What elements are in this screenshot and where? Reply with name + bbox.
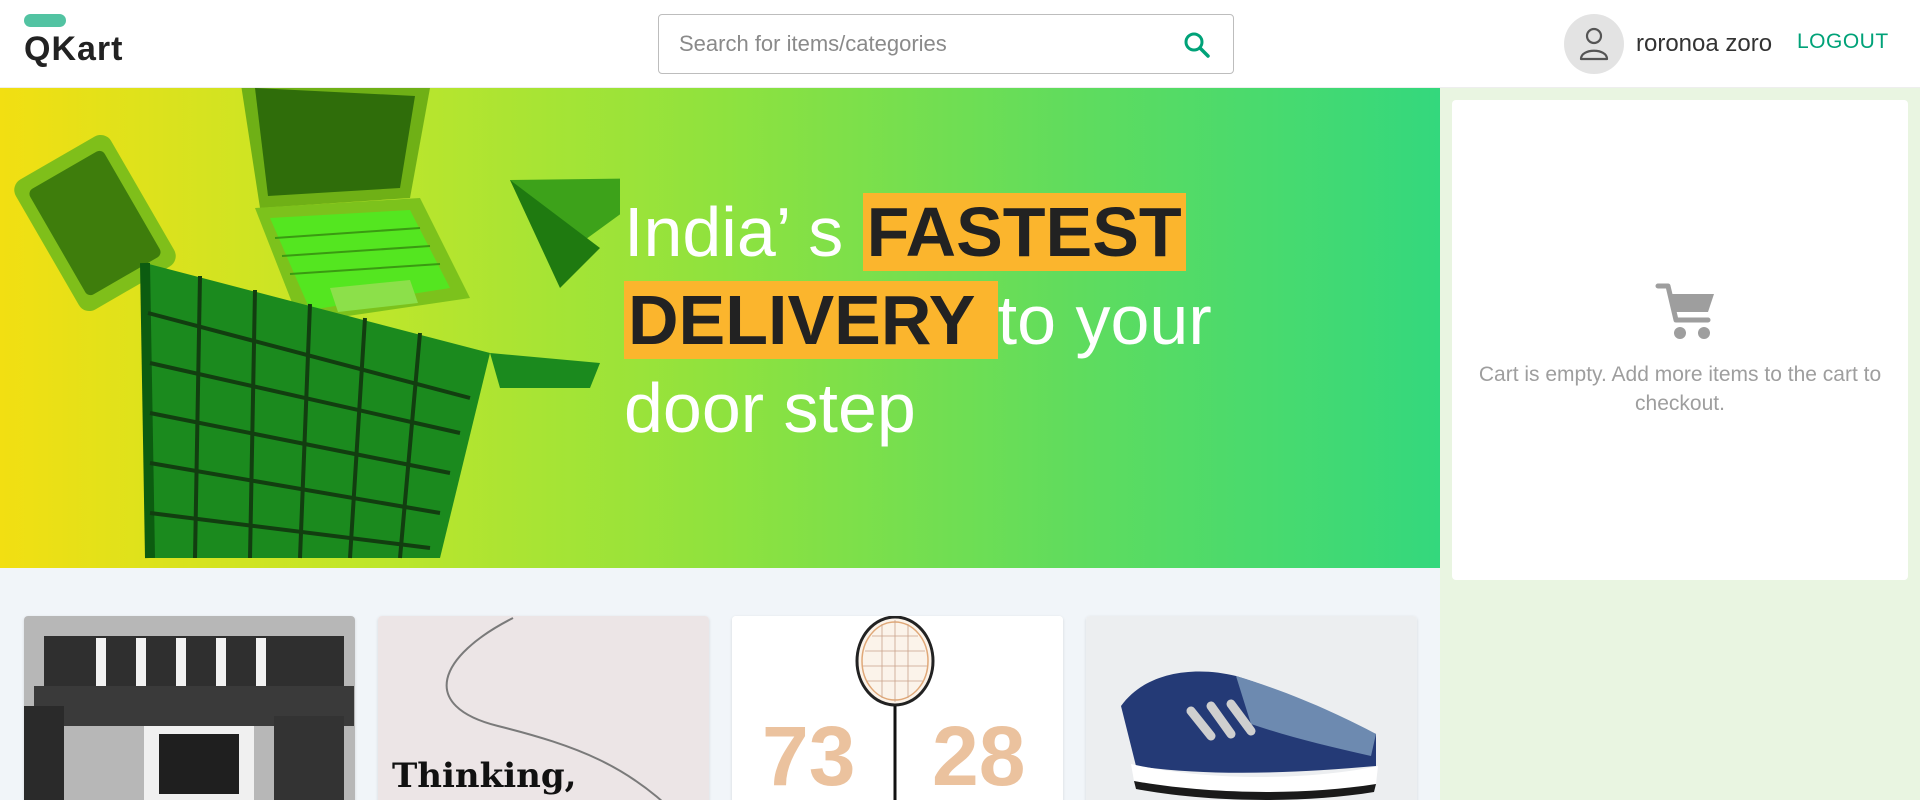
empty-cart-card: Cart is empty. Add more items to the car… xyxy=(1452,100,1908,580)
shopping-cart-illustration xyxy=(14,88,620,559)
qkart-logo[interactable]: QKart xyxy=(24,14,144,74)
racket-tension-number: 28 xyxy=(932,709,1026,800)
hero-banner: India’ s FASTEST DELIVERY to your door s… xyxy=(0,88,1440,568)
search-input[interactable] xyxy=(679,15,1159,73)
product-card[interactable]: 73 28 xyxy=(732,616,1063,800)
product-grid: Thinking, 73 28 xyxy=(0,568,1440,800)
hero-line2-plain: to your xyxy=(997,281,1212,359)
logo-text: QKart xyxy=(24,30,124,68)
empty-cart-message: Cart is empty. Add more items to the car… xyxy=(1478,363,1882,415)
logout-button[interactable]: LOGOUT xyxy=(1797,30,1889,54)
cart-icon xyxy=(1655,283,1714,339)
hero-line1-plain: India’ s xyxy=(624,193,863,271)
hero-highlight-delivery: DELIVERY xyxy=(624,281,998,359)
sofa-set-image xyxy=(24,616,355,800)
product-card[interactable] xyxy=(24,616,355,800)
hero-line3-plain: door step xyxy=(624,369,916,447)
user-icon xyxy=(1579,27,1609,61)
paper-plane-icon xyxy=(510,178,620,288)
product-card[interactable]: Thinking, xyxy=(378,616,709,800)
product-card[interactable] xyxy=(1086,616,1417,800)
search-bar xyxy=(658,14,1234,74)
hero-tagline: India’ s FASTEST DELIVERY to your door s… xyxy=(624,188,1384,452)
avatar[interactable] xyxy=(1564,14,1624,74)
username: roronoa zoro xyxy=(1636,30,1773,57)
hero-highlight-fastest: FASTEST xyxy=(862,193,1186,271)
laptop-icon xyxy=(241,88,470,323)
logo-pill xyxy=(24,14,66,27)
racket-weight-number: 73 xyxy=(762,709,856,800)
app-header: QKart roronoa zoro LOGOUT xyxy=(0,0,1920,88)
search-icon[interactable] xyxy=(1183,31,1211,59)
cart-panel: Cart is empty. Add more items to the car… xyxy=(1440,88,1920,800)
running-shoe-image xyxy=(1086,616,1417,800)
book-title-text: Thinking, xyxy=(392,756,577,796)
